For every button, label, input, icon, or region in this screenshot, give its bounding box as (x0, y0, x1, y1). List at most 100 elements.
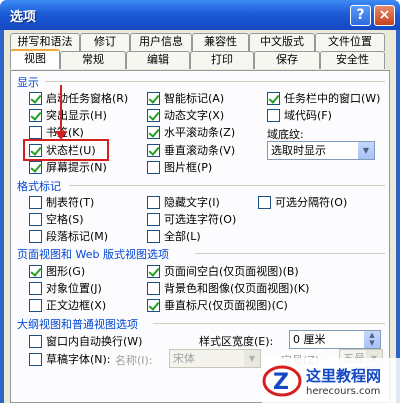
option-label: 突出显示(H) (46, 109, 107, 122)
option-label: 图片框(P) (164, 161, 213, 174)
opt-screen-tips[interactable]: 屏幕提示(N) (29, 160, 107, 174)
opt-animated-text[interactable]: 动态文字(X) (147, 108, 224, 122)
checkbox[interactable] (29, 212, 42, 226)
tab-save[interactable]: 保存 (254, 51, 320, 69)
tab-print[interactable]: 打印 (190, 51, 254, 69)
options-dialog: 选项 ? × 拼写和语法 修订 用户信息 兼容性 中文版式 文件位置 视图 常规… (0, 0, 400, 403)
opt-vertical-scrollbar[interactable]: 垂直滚动条(V) (147, 143, 235, 157)
opt-tab-characters[interactable]: 制表符(T) (29, 195, 94, 209)
font-name-value: 宋体 (173, 352, 195, 365)
opt-object-anchors[interactable]: 对象位置(J) (29, 281, 102, 295)
option-label: 可选分隔符(O) (275, 196, 348, 209)
format-marks-group-title: 格式标记 (17, 180, 61, 193)
checkbox[interactable] (147, 281, 160, 295)
help-button[interactable]: ? (350, 5, 371, 26)
checkbox[interactable] (147, 195, 160, 209)
checkbox[interactable] (147, 91, 160, 105)
opt-picture-placeholders[interactable]: 图片框(P) (147, 160, 212, 174)
opt-windows-in-taskbar[interactable]: 任务栏中的窗口(W) (267, 91, 380, 105)
checkbox[interactable] (29, 160, 42, 174)
group-divider (69, 185, 385, 186)
font-name-select[interactable]: 宋体 ▼ (169, 349, 261, 368)
checkbox[interactable] (147, 160, 160, 174)
style-area-width-spinner[interactable]: 0 厘米 ▲ ▼ (289, 330, 381, 349)
tab-user-info[interactable]: 用户信息 (130, 33, 192, 51)
checkbox[interactable] (147, 298, 160, 312)
option-label: 草稿字体(N): (46, 353, 111, 366)
checkbox[interactable] (29, 352, 42, 366)
checkbox[interactable] (29, 229, 42, 243)
checkbox[interactable] (147, 143, 160, 157)
opt-background-colors[interactable]: 背景色和图像(仅页面视图)(K) (147, 281, 309, 295)
opt-text-boundaries[interactable]: 正文边框(X) (29, 298, 106, 312)
checkbox[interactable] (147, 264, 160, 278)
spinner-icon[interactable]: ▲ ▼ (364, 331, 380, 348)
checkbox[interactable] (29, 195, 42, 209)
tab-view[interactable]: 视图 (10, 49, 60, 69)
checkbox[interactable] (29, 298, 42, 312)
tab-row-1: 拼写和语法 修订 用户信息 兼容性 中文版式 文件位置 (10, 33, 385, 51)
field-shading-select[interactable]: 选取时显示 ▼ (267, 141, 375, 160)
close-button[interactable]: × (374, 5, 395, 26)
site-watermark: Z 这里教程网 herecours.com (262, 358, 400, 403)
field-shading-label: 域底纹: (267, 128, 304, 141)
opt-optional-hyphens[interactable]: 可选连字符(O) (147, 212, 236, 226)
tab-row-2: 视图 常规 编辑 打印 保存 安全性 (10, 49, 385, 69)
opt-white-space-between-pages[interactable]: 页面间空白(仅页面视图)(B) (147, 264, 299, 278)
option-label: 背景色和图像(仅页面视图)(K) (164, 282, 310, 295)
svg-text:Z: Z (273, 370, 289, 395)
opt-horizontal-scrollbar[interactable]: 水平滚动条(Z) (147, 125, 235, 139)
checkbox[interactable] (29, 91, 42, 105)
checkbox[interactable] (147, 108, 160, 122)
opt-vertical-ruler[interactable]: 垂直标尺(仅页面视图)(C) (147, 298, 288, 312)
opt-draft-font[interactable]: 草稿字体(N): (29, 352, 111, 366)
watermark-url: herecours.com (306, 385, 381, 397)
option-label: 任务栏中的窗口(W) (284, 92, 381, 105)
site-logo-icon: Z (262, 365, 302, 396)
checkbox[interactable] (147, 125, 160, 139)
checkbox[interactable] (267, 91, 280, 105)
style-area-width-label: 样式区宽度(E): (199, 335, 274, 348)
opt-hidden-text[interactable]: 隐藏文字(I) (147, 195, 220, 209)
checkbox[interactable] (29, 125, 42, 139)
option-label: 页面间空白(仅页面视图)(B) (164, 265, 299, 278)
opt-all-marks[interactable]: 全部(L) (147, 229, 201, 243)
checkbox[interactable] (29, 281, 42, 295)
tab-asian-typography[interactable]: 中文版式 (249, 33, 315, 51)
chevron-down-icon[interactable]: ▼ (244, 350, 260, 367)
tab-revisions[interactable]: 修订 (80, 33, 130, 51)
option-label: 隐藏文字(I) (164, 196, 220, 209)
opt-spaces[interactable]: 空格(S) (29, 212, 84, 226)
view-tab-panel: 显示 启动任务窗格(R) 突出显示(H) 书签(K) 状态栏(U) 屏幕提示(N… (10, 70, 390, 403)
option-label: 可选连字符(O) (164, 213, 237, 226)
tab-edit[interactable]: 编辑 (126, 51, 190, 69)
dialog-client: 拼写和语法 修订 用户信息 兼容性 中文版式 文件位置 视图 常规 编辑 打印 … (4, 30, 396, 403)
title-bar: 选项 ? × (0, 0, 400, 30)
checkbox[interactable] (147, 212, 160, 226)
checkbox[interactable] (258, 195, 271, 209)
chevron-down-icon[interactable]: ▼ (358, 142, 374, 159)
checkbox[interactable] (29, 334, 42, 348)
option-label: 水平滚动条(Z) (164, 126, 236, 139)
tab-compatibility[interactable]: 兼容性 (192, 33, 249, 51)
tab-security[interactable]: 安全性 (320, 51, 385, 69)
option-label: 段落标记(M) (46, 230, 109, 243)
opt-smart-tags[interactable]: 智能标记(A) (147, 91, 224, 105)
option-label: 垂直滚动条(V) (164, 144, 236, 157)
checkbox[interactable] (147, 229, 160, 243)
opt-startup-task-pane[interactable]: 启动任务窗格(R) (29, 91, 128, 105)
checkbox[interactable] (267, 108, 280, 122)
opt-highlight[interactable]: 突出显示(H) (29, 108, 107, 122)
opt-drawings[interactable]: 图形(G) (29, 264, 85, 278)
option-label: 屏幕提示(N) (46, 161, 107, 174)
checkbox[interactable] (29, 108, 42, 122)
tab-general[interactable]: 常规 (60, 51, 126, 69)
opt-field-codes[interactable]: 域代码(F) (267, 108, 332, 122)
field-shading-value: 选取时显示 (271, 144, 326, 157)
opt-optional-breaks[interactable]: 可选分隔符(O) (258, 195, 347, 209)
opt-paragraph-marks[interactable]: 段落标记(M) (29, 229, 108, 243)
dialog-title: 选项 (10, 10, 37, 25)
tab-file-locations[interactable]: 文件位置 (315, 33, 385, 51)
opt-wrap-to-window[interactable]: 窗口内自动换行(W) (29, 334, 142, 348)
checkbox[interactable] (29, 264, 42, 278)
